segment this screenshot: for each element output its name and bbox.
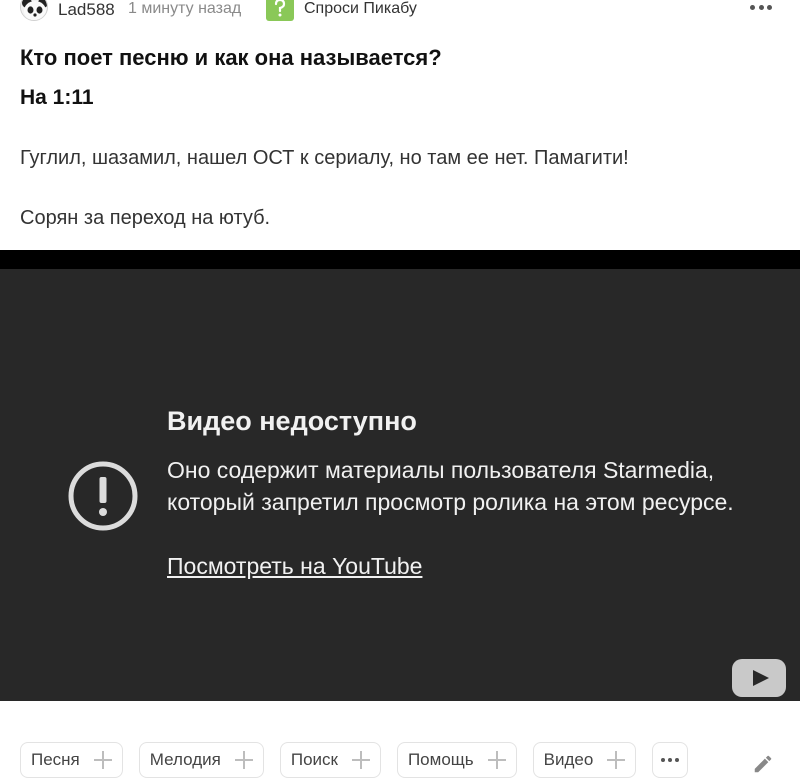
- tag-song[interactable]: Песня: [20, 742, 123, 778]
- author-avatar[interactable]: [20, 0, 48, 21]
- ellipsis-icon: [661, 758, 666, 762]
- ellipsis-icon: [750, 4, 755, 10]
- tag-video[interactable]: Видео: [532, 742, 637, 778]
- pencil-icon[interactable]: [752, 753, 774, 775]
- tag-label: Песня: [31, 750, 80, 769]
- plus-icon[interactable]: [487, 751, 506, 769]
- plus-icon[interactable]: [234, 751, 253, 769]
- plus-icon[interactable]: [351, 751, 370, 769]
- post-paragraph: Гуглил, шазамил, нашел ОСТ к сериалу, но…: [20, 147, 629, 169]
- plus-icon[interactable]: [607, 751, 626, 769]
- tag-label: Поиск: [290, 750, 338, 769]
- more-options-button[interactable]: [748, 0, 774, 17]
- post-page: Lad588 1 минуту назад Спроси Пикабу Кто …: [0, 0, 800, 781]
- exclamation-circle-icon: [68, 461, 138, 531]
- tag-label: Помощь: [407, 750, 474, 769]
- author-name[interactable]: Lad588: [58, 0, 115, 20]
- post-subtitle: На 1:11: [20, 86, 94, 109]
- question-mark-icon[interactable]: [266, 0, 294, 21]
- post-title[interactable]: Кто поет песню и как она называется?: [20, 45, 442, 71]
- tag-label: Видео: [543, 750, 594, 769]
- post-paragraph: Сорян за переход на ютуб.: [20, 207, 271, 229]
- panda-avatar-icon: [21, 0, 47, 20]
- video-embed[interactable]: Видео недоступно Оно содержит материалы …: [0, 250, 800, 701]
- tag-melody[interactable]: Мелодия: [138, 742, 264, 778]
- more-tags-button[interactable]: [652, 742, 689, 778]
- video-top-bar: [0, 250, 800, 269]
- video-error-text: Оно содержит материалы пользователя Star…: [167, 457, 734, 515]
- tag-search[interactable]: Поиск: [279, 742, 381, 778]
- community-name[interactable]: Спроси Пикабу: [304, 0, 417, 18]
- post-header: Lad588 1 минуту назад Спроси Пикабу: [0, 0, 800, 25]
- post-time: 1 минуту назад: [128, 0, 242, 17]
- video-error-title: Видео недоступно: [167, 406, 417, 436]
- plus-icon[interactable]: [93, 751, 112, 769]
- youtube-logo-icon[interactable]: [732, 659, 786, 697]
- watch-on-youtube-link[interactable]: Посмотреть на YouTube: [167, 550, 422, 582]
- tag-label: Мелодия: [149, 750, 221, 769]
- tags-row: Песня Мелодия Поиск Помощь Видео: [20, 742, 689, 778]
- tag-help[interactable]: Помощь: [396, 742, 517, 778]
